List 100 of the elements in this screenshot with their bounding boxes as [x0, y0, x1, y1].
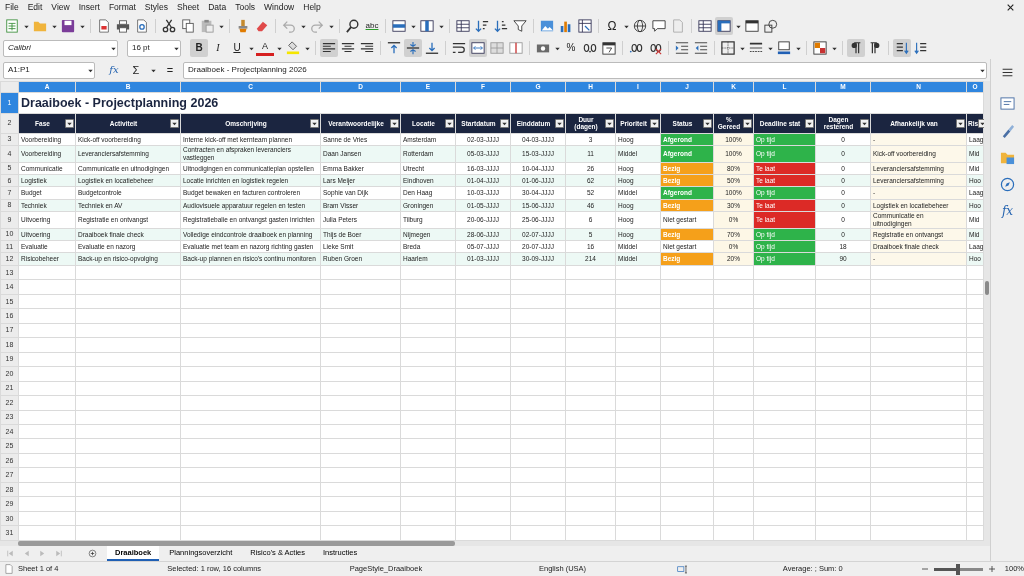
filter-button[interactable] — [650, 118, 659, 128]
properties-button[interactable] — [998, 94, 1017, 112]
menu-item[interactable]: Styles — [144, 1, 168, 14]
name-box[interactable]: A1:P1 — [3, 61, 95, 79]
filter-button[interactable] — [860, 118, 869, 128]
compass-icon — [1000, 176, 1015, 192]
borders-button[interactable] — [719, 39, 737, 57]
shapes-button[interactable] — [762, 17, 780, 35]
line-style-icon — [749, 41, 763, 55]
scrollbar[interactable] — [985, 281, 989, 295]
filter-button[interactable] — [805, 118, 814, 128]
filter-button[interactable] — [445, 118, 454, 128]
decrease-indent-button[interactable] — [692, 39, 710, 57]
filter-button[interactable] — [555, 118, 564, 128]
autofilter-button[interactable] — [511, 17, 529, 35]
menu-item[interactable]: Window — [264, 1, 295, 14]
document-icon — [97, 19, 111, 33]
speech-bubble-icon — [652, 19, 666, 33]
filter-button[interactable] — [170, 118, 179, 128]
menu-item[interactable]: Sheet — [177, 1, 200, 14]
conditional-format-icon — [813, 41, 827, 55]
calendar-icon — [602, 41, 616, 55]
filter-button[interactable] — [956, 118, 965, 128]
sheet-title: Draaiboek - Projectplanning 2026 — [18, 92, 984, 114]
italic-button[interactable]: I — [209, 39, 227, 57]
filter-button[interactable] — [703, 118, 712, 128]
copy-icon — [181, 19, 195, 33]
align-left-icon — [322, 41, 336, 55]
split-window-button[interactable] — [743, 17, 761, 35]
functions-button[interactable]: fx — [998, 202, 1017, 220]
sort-descending-icon — [494, 19, 508, 33]
navigator-button[interactable] — [998, 175, 1017, 193]
define-print-area-button[interactable] — [696, 17, 714, 35]
menu-item[interactable]: File — [5, 1, 19, 14]
formula-button[interactable]: = — [161, 61, 179, 79]
headers-button[interactable] — [454, 17, 472, 35]
comment-button[interactable] — [650, 17, 668, 35]
conditional-format-button[interactable] — [811, 39, 829, 57]
font-size-field[interactable]: 16 pt — [127, 39, 181, 57]
underline-button[interactable]: U — [228, 39, 246, 57]
increase-indent-icon — [675, 41, 689, 55]
freeze-panes-icon — [717, 19, 731, 33]
table-rows-icon — [392, 19, 406, 33]
spelling-button[interactable]: abc — [363, 17, 381, 35]
hyperlink-button[interactable] — [631, 17, 649, 35]
pilcrow-icon — [849, 41, 863, 55]
merge-center-button[interactable] — [469, 39, 487, 57]
row-button[interactable] — [390, 17, 408, 35]
image-icon — [540, 19, 554, 33]
menu-item[interactable]: View — [51, 1, 70, 14]
eraser-icon — [255, 19, 269, 33]
filter-button[interactable] — [743, 118, 752, 128]
save-button[interactable] — [59, 17, 77, 35]
pivot-table-button[interactable] — [576, 17, 594, 35]
page-preview-icon — [135, 19, 149, 33]
sum-button[interactable]: Σ — [127, 61, 145, 79]
align-center-icon — [341, 41, 355, 55]
unmerge-cells-button[interactable] — [507, 39, 525, 57]
copy-button[interactable] — [179, 17, 197, 35]
bold-button[interactable]: B — [190, 39, 208, 57]
close-icon — [1005, 3, 1015, 12]
increase-indent-button[interactable] — [673, 39, 691, 57]
menu-item[interactable]: Format — [108, 1, 136, 14]
text-direction-icon — [895, 41, 909, 55]
menu-item[interactable]: Data — [208, 1, 227, 14]
properties-icon — [1000, 95, 1015, 111]
filter-button[interactable] — [605, 118, 614, 128]
left-to-right-button[interactable] — [847, 39, 865, 57]
date-format-button[interactable] — [600, 39, 618, 57]
cut-button[interactable] — [160, 17, 178, 35]
menu-item[interactable]: Insert — [78, 1, 100, 14]
font-name-field[interactable]: Calibri — [3, 39, 118, 57]
slider-thumb[interactable] — [956, 563, 961, 575]
border-color-button[interactable] — [775, 39, 793, 57]
sort-ascending-icon — [475, 19, 489, 33]
filter-button[interactable] — [65, 118, 74, 128]
vertical-text-button[interactable] — [893, 39, 911, 57]
filter-button[interactable] — [310, 118, 319, 128]
scrollbar[interactable] — [18, 541, 455, 546]
menu-item[interactable]: Help — [303, 1, 321, 14]
align-left-button[interactable] — [320, 39, 338, 57]
align-middle-button[interactable] — [404, 39, 422, 57]
percent-button[interactable]: % — [562, 39, 580, 57]
filter-button[interactable] — [500, 118, 509, 128]
menu-item[interactable]: Tools — [235, 1, 255, 14]
print-button[interactable] — [114, 17, 132, 35]
funnel-icon — [513, 19, 527, 33]
formula-field[interactable]: Draaiboek - Projectplanning 2026 — [183, 61, 987, 79]
merge-cells-button[interactable] — [488, 39, 506, 57]
special-character-button[interactable]: Ω — [603, 17, 621, 35]
column-button[interactable] — [418, 17, 436, 35]
document-icon — [4, 564, 14, 575]
plus-icon — [987, 565, 996, 573]
filter-button[interactable] — [390, 118, 399, 128]
freeze-button[interactable] — [715, 17, 733, 35]
font-color-button[interactable]: A — [256, 40, 274, 56]
function-wizard-button[interactable]: fx — [105, 61, 123, 79]
highlighter-icon — [286, 41, 300, 55]
menu-item[interactable]: Edit — [27, 1, 43, 14]
redo-arrow-icon — [310, 19, 324, 33]
